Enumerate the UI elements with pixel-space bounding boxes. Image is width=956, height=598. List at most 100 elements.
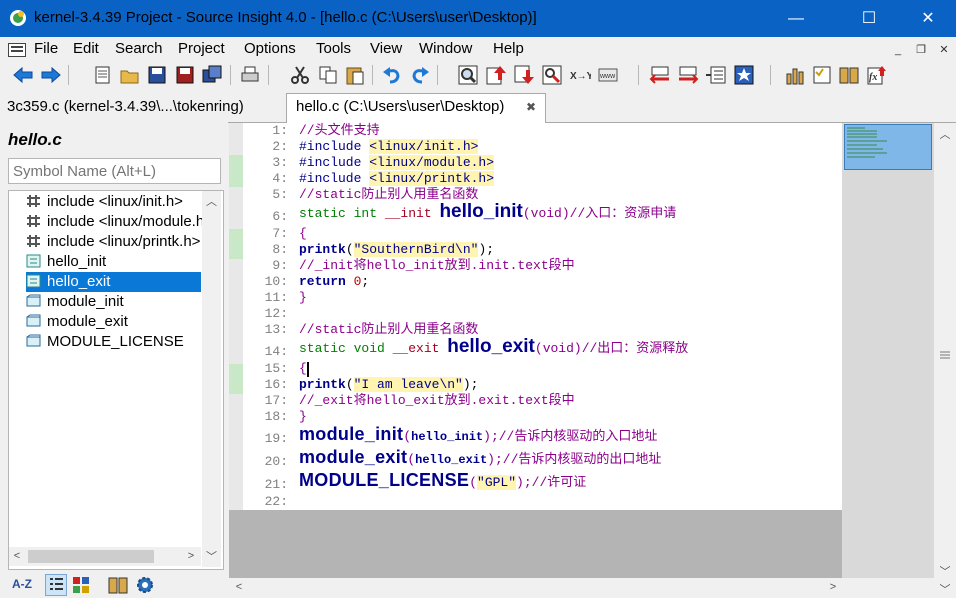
hscroll-thumb[interactable] [28, 550, 154, 563]
forward-arrow-icon[interactable] [40, 64, 62, 86]
include-icon [26, 234, 41, 248]
symbol-label: module_init [47, 293, 124, 310]
undo-icon[interactable] [381, 64, 403, 86]
function-icon [26, 254, 41, 268]
document-menu-icon[interactable] [8, 43, 26, 57]
list-item[interactable]: hello_init [26, 252, 214, 272]
close-file-icon[interactable] [201, 64, 223, 86]
list-item[interactable]: module_exit [26, 312, 214, 332]
save-all-icon[interactable] [174, 64, 196, 86]
gear-icon[interactable] [135, 575, 155, 595]
tab-3c359[interactable]: 3c359.c (kernel-3.4.39\...\tokenring) [7, 96, 244, 120]
list-icon[interactable] [705, 64, 727, 86]
jump-up-icon[interactable] [485, 64, 507, 86]
symbol-label: hello_init [47, 253, 107, 270]
cut-icon[interactable] [289, 64, 311, 86]
sort-az-icon[interactable]: A-Z [12, 577, 32, 591]
code-line: static void __exit hello_exit(void)//出口：… [299, 336, 689, 357]
toolbar-separator [437, 65, 438, 85]
overview-viewport[interactable] [844, 124, 932, 170]
list-view-icon[interactable] [45, 574, 67, 596]
list-item[interactable]: MODULE_LICENSE [26, 332, 214, 352]
replace-icon[interactable]: X→Y [569, 64, 591, 86]
save-icon[interactable] [146, 64, 168, 86]
close-button[interactable]: ✕ [905, 0, 951, 37]
line-number: 15: [264, 361, 288, 376]
menu-tools[interactable]: Tools [316, 40, 351, 57]
code-line: { [299, 226, 307, 241]
redo-icon[interactable] [409, 64, 431, 86]
category-icon[interactable] [72, 575, 92, 595]
include-icon [26, 194, 41, 208]
book-icon[interactable] [108, 575, 128, 595]
list-item[interactable]: include <linux/init.h> [26, 192, 214, 212]
editor-hscrollbar[interactable] [229, 578, 842, 598]
copy-icon[interactable] [317, 64, 339, 86]
checklist-icon[interactable] [811, 64, 833, 86]
scroll-left-icon[interactable]: < [10, 550, 24, 562]
line-number: 14: [264, 344, 288, 359]
mdi-minimize-button[interactable]: _ [888, 41, 908, 59]
star-icon[interactable] [733, 64, 755, 86]
list-item-selected[interactable]: hello_exit [26, 272, 201, 292]
code-line: module_init(hello_init);//告诉内核驱动的入口地址 [299, 424, 658, 444]
tab-close-icon[interactable]: ✖ [526, 96, 536, 120]
bookmark-next-icon[interactable] [677, 64, 699, 86]
search-files-icon[interactable] [457, 64, 479, 86]
scroll-down-icon[interactable]: ﹀ [203, 548, 220, 564]
list-item[interactable]: include <linux/module.h> [26, 212, 214, 232]
menu-search[interactable]: Search [115, 40, 163, 57]
list-item[interactable]: module_init [26, 292, 214, 312]
web-icon[interactable]: www [597, 64, 619, 86]
maximize-button[interactable]: ☐ [846, 0, 892, 37]
menu-window[interactable]: Window [419, 40, 472, 57]
new-file-icon[interactable] [92, 64, 114, 86]
scroll-up-icon[interactable]: ︿ [203, 193, 220, 209]
mdi-restore-button[interactable]: ❐ [911, 41, 931, 59]
function-icon[interactable]: fx [866, 64, 888, 86]
editor-vscrollbar[interactable] [934, 123, 956, 598]
code-line: module_exit(hello_exit);//告诉内核驱动的出口地址 [299, 447, 662, 467]
change-marker [229, 229, 243, 259]
browse-icon[interactable] [541, 64, 563, 86]
symbol-search-input[interactable] [8, 158, 221, 184]
scroll-grip-icon[interactable] [937, 348, 953, 359]
line-number: 16: [264, 377, 288, 392]
line-number: 5: [272, 187, 288, 202]
book-icon[interactable] [838, 64, 860, 86]
code-line: MODULE_LICENSE("GPL");//许可证 [299, 470, 587, 490]
svg-text:X→Y: X→Y [570, 71, 591, 82]
line-number: 21: [264, 477, 288, 492]
jump-down-icon[interactable] [513, 64, 535, 86]
menu-help[interactable]: Help [493, 40, 524, 57]
editor-empty-area [229, 510, 842, 578]
line-number: 12: [264, 306, 288, 321]
menu-project[interactable]: Project [178, 40, 225, 57]
open-folder-icon[interactable] [119, 64, 141, 86]
scroll-right-icon[interactable]: > [826, 581, 840, 593]
scroll-up-icon[interactable]: ︿ [936, 126, 954, 142]
code-line: //_init将hello_init放到.init.text段中 [299, 258, 575, 273]
mdi-close-button[interactable]: ✕ [934, 41, 954, 59]
menu-view[interactable]: View [370, 40, 402, 57]
bar-chart-icon[interactable] [784, 64, 806, 86]
menu-file[interactable]: File [34, 40, 58, 57]
line-number: 3: [272, 155, 288, 170]
scroll-right-icon[interactable]: > [184, 550, 198, 562]
paste-icon[interactable] [344, 64, 366, 86]
scroll-down-icon[interactable]: ﹀ [936, 581, 954, 597]
line-number: 20: [264, 454, 288, 469]
menu-options[interactable]: Options [244, 40, 296, 57]
print-icon[interactable] [239, 64, 261, 86]
line-number: 11: [264, 290, 288, 305]
list-item[interactable]: include <linux/printk.h> [26, 232, 214, 252]
scroll-left-icon[interactable]: < [232, 581, 246, 593]
menu-edit[interactable]: Edit [73, 40, 99, 57]
symbol-list-vscrollbar[interactable] [202, 191, 221, 567]
scroll-down-icon[interactable]: ﹀ [936, 563, 954, 579]
bookmark-prev-icon[interactable] [649, 64, 671, 86]
back-arrow-icon[interactable] [12, 64, 34, 86]
minimize-button[interactable]: — [773, 0, 819, 37]
function-icon [26, 274, 41, 288]
code-overview[interactable] [842, 123, 934, 578]
